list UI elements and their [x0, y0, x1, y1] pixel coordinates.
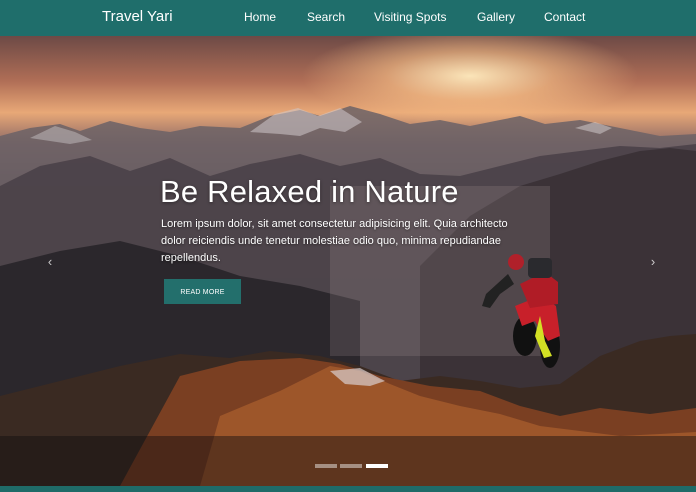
carousel-prev-icon[interactable]: ‹ — [43, 254, 57, 269]
carousel-indicator-1[interactable] — [315, 464, 337, 468]
nav-link-contact[interactable]: Contact — [544, 10, 585, 24]
hero-carousel: Be Relaxed in Nature Lorem ipsum dolor, … — [0, 36, 696, 486]
carousel-indicator-3[interactable] — [366, 464, 388, 468]
hero-description: Lorem ipsum dolor, sit amet consectetur … — [161, 218, 508, 264]
nav-link-search[interactable]: Search — [307, 10, 345, 24]
carousel-indicator-2[interactable] — [340, 464, 362, 468]
read-more-button[interactable]: READ MORE — [164, 279, 241, 304]
nav-link-visiting-spots[interactable]: Visiting Spots — [374, 10, 447, 24]
navbar: Travel Yari Home Search Visiting Spots G… — [0, 0, 696, 36]
nav-link-gallery[interactable]: Gallery — [477, 10, 515, 24]
brand-logo[interactable]: Travel Yari — [102, 8, 173, 25]
nav-link-home[interactable]: Home — [244, 10, 276, 24]
hero-title: Be Relaxed in Nature — [160, 174, 459, 209]
page-bottom-bar — [0, 486, 696, 492]
carousel-next-icon[interactable]: › — [646, 254, 660, 269]
